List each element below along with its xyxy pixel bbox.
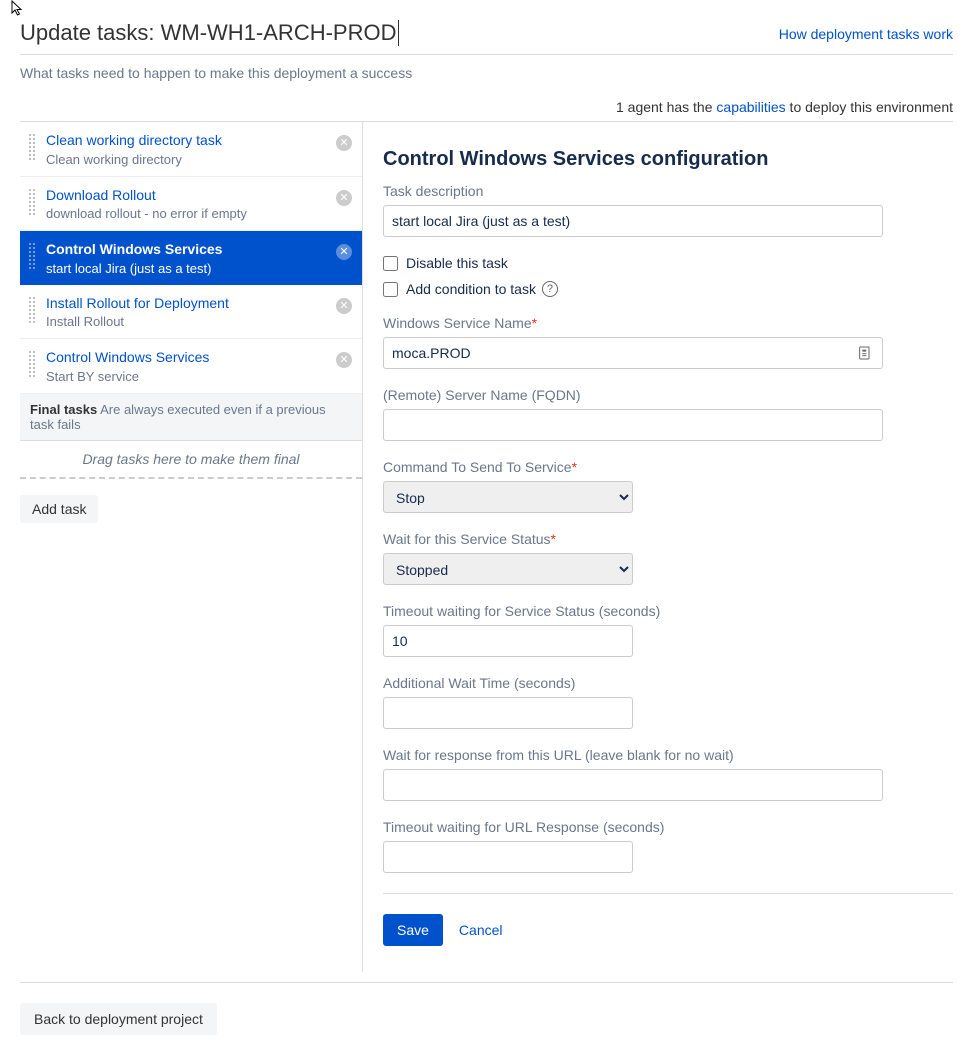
agent-prefix-text: 1 agent has the <box>616 99 716 115</box>
help-icon[interactable]: ? <box>542 281 558 297</box>
task-title: Clean working directory task <box>46 131 336 151</box>
drag-handle-icon[interactable] <box>28 296 36 324</box>
timeout-status-label: Timeout waiting for Service Status (seco… <box>383 603 953 619</box>
final-tasks-label: Final tasks <box>30 402 97 417</box>
drag-handle-icon[interactable] <box>28 188 36 216</box>
task-item[interactable]: Control Windows ServicesStart BY service… <box>20 339 362 394</box>
config-title: Control Windows Services configuration <box>383 148 953 171</box>
timeout-url-input[interactable] <box>383 841 633 873</box>
agent-capability-bar: 1 agent has the capabilities to deploy t… <box>20 99 953 122</box>
save-button[interactable]: Save <box>383 914 443 946</box>
task-title: Control Windows Services <box>46 240 336 260</box>
task-title: Control Windows Services <box>46 348 336 368</box>
cancel-button[interactable]: Cancel <box>459 922 503 938</box>
wait-status-label: Wait for this Service Status* <box>383 531 953 547</box>
delete-task-icon[interactable]: ✕ <box>336 298 352 314</box>
remote-server-label: (Remote) Server Name (FQDN) <box>383 387 953 403</box>
add-task-button[interactable]: Add task <box>20 495 98 523</box>
page-title: Update tasks: WM-WH1-ARCH-PROD <box>20 20 399 46</box>
disable-task-checkbox[interactable] <box>383 256 398 271</box>
back-to-project-button[interactable]: Back to deployment project <box>20 1003 217 1035</box>
header-divider <box>20 54 953 55</box>
disable-task-label[interactable]: Disable this task <box>406 255 508 271</box>
task-description: start local Jira (just as a test) <box>46 261 336 276</box>
drag-handle-icon[interactable] <box>28 350 36 378</box>
service-name-label: Windows Service Name* <box>383 315 953 331</box>
task-config-panel: Control Windows Services configuration T… <box>363 122 953 972</box>
timeout-status-input[interactable] <box>383 625 633 657</box>
timeout-url-label: Timeout waiting for URL Response (second… <box>383 819 953 835</box>
page-subtitle: What tasks need to happen to make this d… <box>20 65 953 81</box>
final-tasks-header: Final tasks Are always executed even if … <box>20 394 362 441</box>
task-description: download rollout - no error if empty <box>46 206 336 221</box>
command-select[interactable]: Stop <box>383 481 633 513</box>
task-item[interactable]: Control Windows Servicesstart local Jira… <box>20 231 362 285</box>
remote-server-input[interactable] <box>383 409 883 441</box>
task-description-input[interactable] <box>383 205 883 237</box>
delete-task-icon[interactable]: ✕ <box>336 190 352 206</box>
task-description: Clean working directory <box>46 152 336 167</box>
capabilities-link[interactable]: capabilities <box>716 99 785 115</box>
cursor-icon <box>10 0 26 16</box>
task-list: Clean working directory taskClean workin… <box>20 122 362 394</box>
agent-suffix-text: to deploy this environment <box>786 99 953 115</box>
delete-task-icon[interactable]: ✕ <box>336 352 352 368</box>
task-description: Start BY service <box>46 369 336 384</box>
task-item[interactable]: Download Rolloutdownload rollout - no er… <box>20 177 362 232</box>
contacts-icon[interactable] <box>857 345 873 361</box>
additional-wait-label: Additional Wait Time (seconds) <box>383 675 953 691</box>
delete-task-icon[interactable]: ✕ <box>336 135 352 151</box>
task-description: Install Rollout <box>46 314 336 329</box>
form-divider <box>383 893 953 894</box>
task-item[interactable]: Clean working directory taskClean workin… <box>20 122 362 177</box>
add-condition-label[interactable]: Add condition to task <box>406 281 536 297</box>
final-tasks-drop-zone[interactable]: Drag tasks here to make them final <box>20 441 362 479</box>
additional-wait-input[interactable] <box>383 697 633 729</box>
task-item[interactable]: Install Rollout for DeploymentInstall Ro… <box>20 285 362 340</box>
wait-status-select[interactable]: Stopped <box>383 553 633 585</box>
drag-handle-icon[interactable] <box>28 242 36 270</box>
drag-handle-icon[interactable] <box>28 133 36 161</box>
add-condition-checkbox[interactable] <box>383 282 398 297</box>
task-description-label: Task description <box>383 183 953 199</box>
command-label: Command To Send To Service* <box>383 459 953 475</box>
wait-url-input[interactable] <box>383 769 883 801</box>
task-title: Install Rollout for Deployment <box>46 294 336 314</box>
service-name-input[interactable] <box>383 337 883 369</box>
task-sidebar: Clean working directory taskClean workin… <box>20 122 363 972</box>
wait-url-label: Wait for response from this URL (leave b… <box>383 747 953 763</box>
task-title: Download Rollout <box>46 186 336 206</box>
delete-task-icon[interactable]: ✕ <box>336 244 352 260</box>
help-link[interactable]: How deployment tasks work <box>779 26 953 42</box>
